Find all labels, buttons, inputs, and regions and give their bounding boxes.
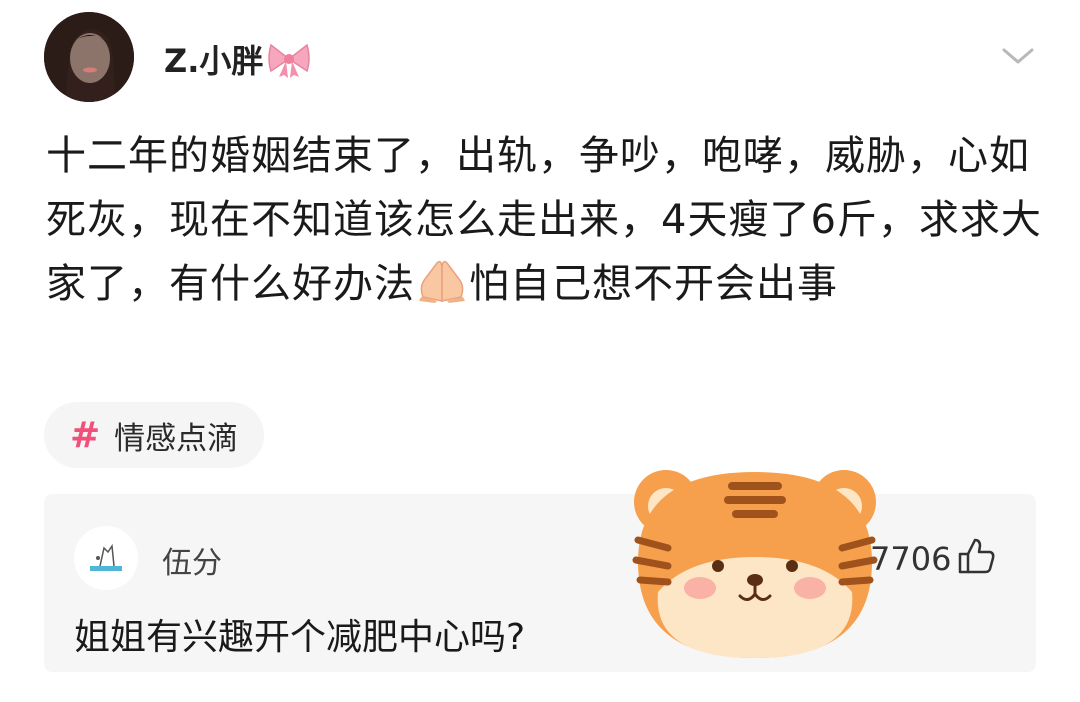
post-content: 十二年的婚姻结束了，出轨，争吵，咆哮，威胁，心如死灰，现在不知道该怎么走出来，4…: [46, 124, 1046, 316]
commenter-avatar[interactable]: [74, 526, 138, 590]
like-count: 7706: [870, 540, 952, 578]
user-avatar[interactable]: [44, 12, 134, 102]
username-text[interactable]: Z.小胖: [164, 36, 263, 82]
comment-card[interactable]: 伍分 姐姐有兴趣开个减肥中心吗?: [44, 494, 1036, 672]
topic-label: 情感点滴: [114, 420, 239, 457]
pink-bow-icon: [268, 43, 311, 78]
tiger-face-sticker: [632, 470, 878, 658]
chevron-down-icon[interactable]: [1000, 44, 1036, 68]
topic-tag[interactable]: # 情感点滴: [44, 402, 265, 468]
hash-icon: #: [70, 414, 101, 456]
username[interactable]: Z.小胖: [164, 36, 313, 82]
thumbs-up-icon[interactable]: [956, 536, 996, 576]
praying-hands-emoji: [419, 260, 465, 303]
commenter-name[interactable]: 伍分: [162, 538, 222, 582]
comment-text: 姐姐有兴趣开个减肥中心吗?: [74, 617, 526, 658]
post-text-part-2: 怕自己想不开会出事: [469, 261, 838, 307]
